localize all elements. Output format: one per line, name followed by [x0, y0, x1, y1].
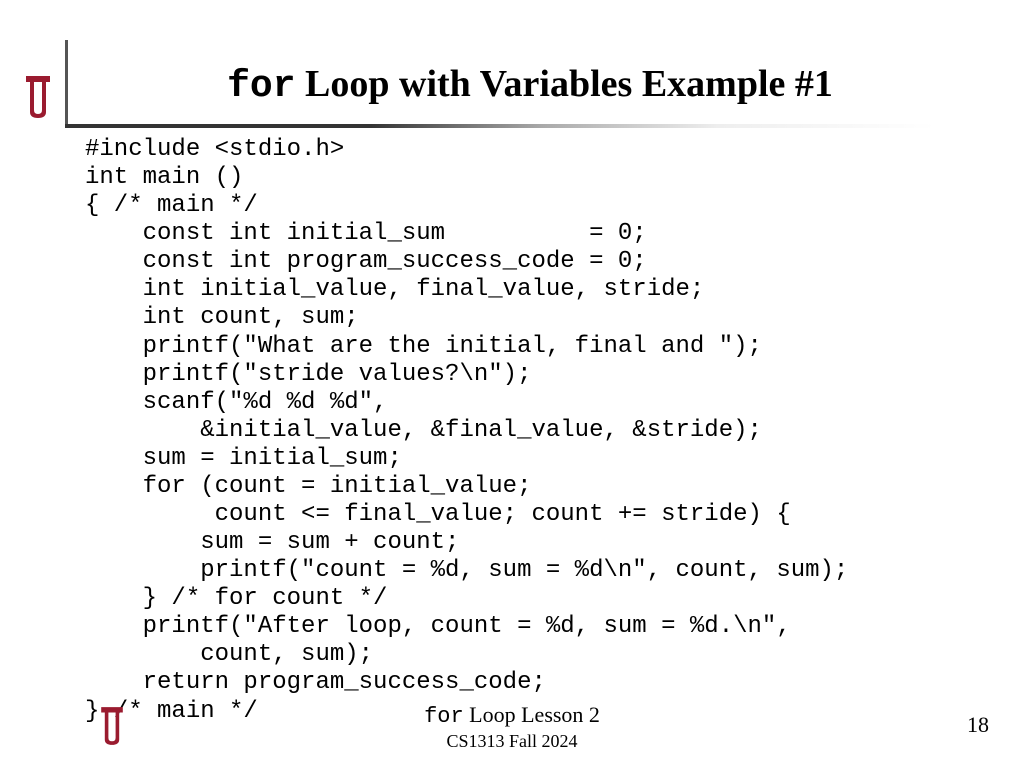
- title-mono-part: for: [227, 65, 295, 108]
- footer-lesson: for Loop Lesson 2: [0, 702, 1024, 729]
- footer-course: CS1313 Fall 2024: [0, 731, 1024, 752]
- slide-title: for Loop with Variables Example #1: [80, 62, 980, 108]
- page-number: 18: [967, 712, 989, 738]
- title-horizontal-rule: [65, 124, 935, 128]
- code-block: #include <stdio.h> int main () { /* main…: [85, 136, 848, 726]
- title-rest: Loop with Variables Example #1: [296, 63, 833, 105]
- footer-lesson-rest: Loop Lesson 2: [464, 702, 600, 727]
- title-vertical-rule: [65, 40, 68, 128]
- footer: for Loop Lesson 2 CS1313 Fall 2024: [0, 702, 1024, 752]
- footer-lesson-mono: for: [424, 704, 464, 729]
- ou-logo-main: [18, 72, 58, 122]
- ou-logo-footer: [94, 702, 130, 750]
